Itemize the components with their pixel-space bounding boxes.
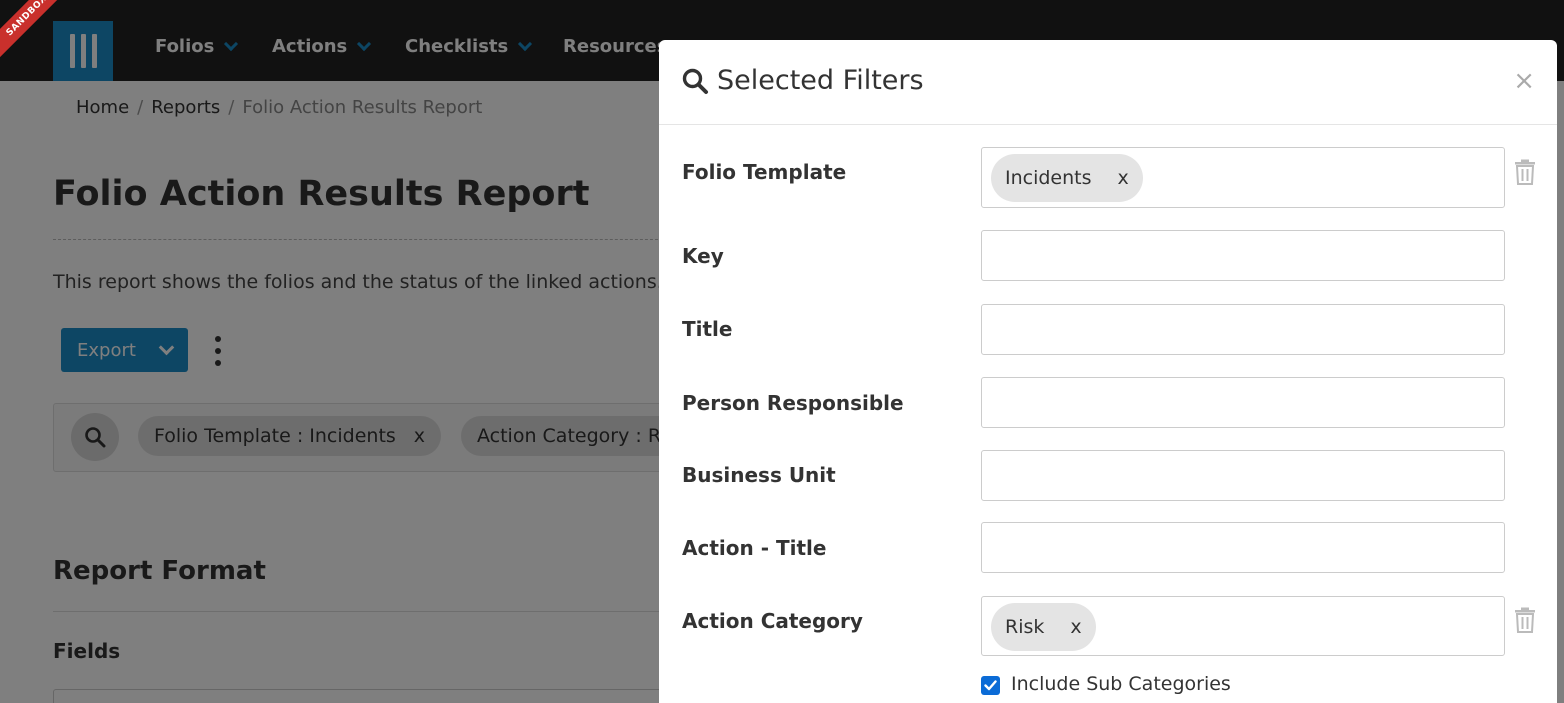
person-responsible-input[interactable]: [981, 377, 1505, 428]
search-icon: [682, 68, 708, 94]
modal-title-text: Selected Filters: [717, 65, 924, 96]
action-category-label: Action Category: [682, 609, 863, 633]
folio-template-tag: Incidents x: [991, 154, 1143, 202]
title-input[interactable]: [981, 304, 1505, 355]
trash-icon[interactable]: [1514, 159, 1536, 185]
action-title-input[interactable]: [981, 522, 1505, 573]
close-icon[interactable]: ×: [1513, 68, 1535, 94]
tag-remove[interactable]: x: [1118, 167, 1129, 189]
folio-template-label: Folio Template: [682, 160, 847, 184]
check-icon: [984, 680, 997, 691]
include-sub-categories-checkbox[interactable]: [981, 676, 1000, 695]
person-responsible-label: Person Responsible: [682, 391, 904, 415]
trash-icon[interactable]: [1514, 607, 1536, 633]
tag-label: Incidents: [1005, 167, 1092, 189]
business-unit-label: Business Unit: [682, 463, 836, 487]
modal-title: Selected Filters: [681, 65, 924, 96]
modal-header: Selected Filters ×: [659, 40, 1557, 125]
tag-label: Risk: [1005, 616, 1045, 638]
action-category-tag: Risk x: [991, 603, 1096, 651]
tag-remove[interactable]: x: [1070, 616, 1081, 638]
business-unit-input[interactable]: [981, 450, 1505, 501]
key-label: Key: [682, 244, 724, 268]
action-category-select[interactable]: Risk x: [981, 596, 1505, 656]
action-title-label: Action - Title: [682, 536, 827, 560]
key-input[interactable]: [981, 230, 1505, 281]
title-label: Title: [682, 317, 733, 341]
selected-filters-modal: Selected Filters × Folio Template Incide…: [659, 40, 1557, 703]
folio-template-select[interactable]: Incidents x: [981, 147, 1505, 208]
include-sub-categories-label: Include Sub Categories: [1011, 673, 1231, 695]
